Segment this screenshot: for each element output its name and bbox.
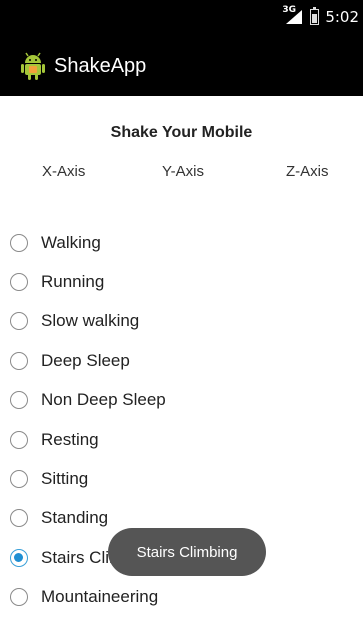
radio-deep-sleep[interactable]: Deep Sleep <box>10 341 166 380</box>
battery-icon <box>310 7 320 25</box>
action-bar: ShakeApp <box>0 36 363 96</box>
radio-label: Non Deep Sleep <box>41 390 166 410</box>
toast-message: Stairs Climbing <box>108 528 266 576</box>
page-heading: Shake Your Mobile <box>110 124 253 141</box>
radio-label: Sitting <box>41 469 89 489</box>
y-axis-label: Y-Axis <box>162 163 204 180</box>
status-bar: 3G 5:02 <box>0 0 363 36</box>
radio-slow-walking[interactable]: Slow walking <box>10 302 166 341</box>
radio-button[interactable] <box>10 509 28 528</box>
radio-running[interactable]: Running <box>10 262 166 301</box>
radio-resting[interactable]: Resting <box>10 420 166 459</box>
main-content: Shake Your Mobile X-Axis Y-Axis Z-Axis W… <box>0 96 363 630</box>
signal-icon: 3G <box>282 5 304 26</box>
radio-walking[interactable]: Walking <box>10 223 166 262</box>
app-title: ShakeApp <box>54 54 147 77</box>
status-icons: 3G 5:02 <box>282 5 359 26</box>
status-time: 5:02 <box>325 8 359 26</box>
radio-button[interactable] <box>10 233 28 252</box>
radio-non-deep-sleep[interactable]: Non Deep Sleep <box>10 381 166 420</box>
radio-sitting[interactable]: Sitting <box>10 459 166 498</box>
radio-label: Slow walking <box>41 311 140 331</box>
z-axis-label: Z-Axis <box>286 163 329 180</box>
radio-label: Walking <box>41 232 101 252</box>
radio-button[interactable] <box>10 470 28 489</box>
radio-label: Standing <box>41 508 109 528</box>
x-axis-label: X-Axis <box>42 163 86 180</box>
radio-label: Running <box>41 272 105 292</box>
radio-label: Mountaineering <box>41 587 159 607</box>
radio-button[interactable] <box>10 312 28 331</box>
radio-button[interactable] <box>10 430 28 449</box>
android-robot-icon <box>21 52 45 80</box>
radio-label: Resting <box>41 429 99 449</box>
radio-label: Deep Sleep <box>41 350 130 370</box>
radio-button-checked[interactable] <box>10 548 28 567</box>
radio-button[interactable] <box>10 588 28 607</box>
radio-button[interactable] <box>10 391 28 410</box>
radio-button[interactable] <box>10 273 28 292</box>
radio-button[interactable] <box>10 351 28 370</box>
radio-mountaineering[interactable]: Mountaineering <box>10 578 166 617</box>
